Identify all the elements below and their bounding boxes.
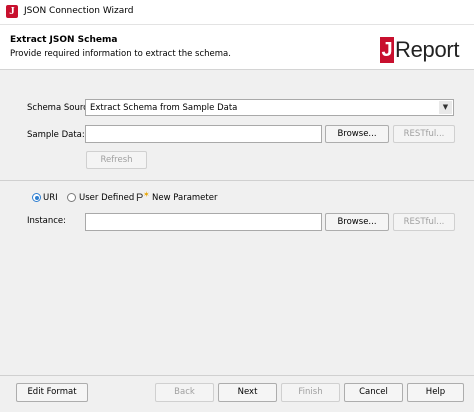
page-subtitle: Provide required information to extract … — [10, 49, 231, 59]
instance-restful-button[interactable]: RESTful... — [393, 213, 455, 231]
schema-source-select[interactable]: Extract Schema from Sample Data ▼ — [85, 99, 454, 116]
uri-radio[interactable] — [32, 193, 41, 202]
window-title: JSON Connection Wizard — [24, 6, 134, 16]
section-divider — [0, 180, 474, 181]
instance-browse-button[interactable]: Browse... — [325, 213, 389, 231]
logo-mark: J — [380, 37, 394, 63]
jreport-logo: J Report — [380, 37, 460, 63]
finish-button[interactable]: Finish — [281, 383, 340, 402]
instance-label: Instance: — [27, 216, 67, 226]
refresh-button[interactable]: Refresh — [86, 151, 147, 169]
sample-data-restful-button[interactable]: RESTful... — [393, 125, 455, 143]
title-bar: J JSON Connection Wizard — [0, 0, 474, 25]
page-title: Extract JSON Schema — [10, 35, 118, 45]
dropdown-arrow-icon[interactable]: ▼ — [439, 101, 452, 114]
uri-label[interactable]: URI — [43, 193, 58, 203]
user-defined-radio[interactable] — [67, 193, 76, 202]
sample-data-browse-button[interactable]: Browse... — [325, 125, 389, 143]
help-button[interactable]: Help — [407, 383, 464, 402]
schema-source-value: Extract Schema from Sample Data — [90, 103, 238, 113]
sample-data-input[interactable] — [85, 125, 322, 143]
new-parameter-link[interactable]: New Parameter — [152, 193, 217, 203]
user-defined-label[interactable]: User Defined — [79, 193, 134, 203]
back-button[interactable]: Back — [155, 383, 214, 402]
next-button[interactable]: Next — [218, 383, 277, 402]
logo-text: Report — [395, 37, 460, 62]
footer-divider — [0, 375, 474, 376]
jreport-app-icon: J — [6, 5, 18, 18]
cancel-button[interactable]: Cancel — [344, 383, 403, 402]
parameter-icon[interactable]: P ✶ — [136, 190, 150, 205]
edit-format-button[interactable]: Edit Format — [16, 383, 88, 402]
sample-data-label: Sample Data: — [27, 130, 85, 140]
instance-input[interactable] — [85, 213, 322, 231]
